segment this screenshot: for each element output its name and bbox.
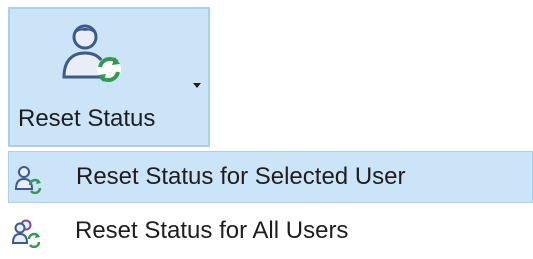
ribbon-dropdown-screenshot: Reset Status Reset Status for Selected U… <box>0 0 533 259</box>
menu-item-reset-all-users[interactable]: Reset Status for All Users <box>8 206 533 258</box>
user-refresh-icon <box>62 24 121 83</box>
reset-status-menu: Reset Status for Selected User Reset Sta… <box>8 150 533 259</box>
user-refresh-icon <box>14 166 42 194</box>
menu-item-reset-selected-user[interactable]: Reset Status for Selected User <box>8 151 533 203</box>
menu-item-label: Reset Status for All Users <box>75 217 349 244</box>
reset-status-label: Reset Status <box>18 105 156 132</box>
menu-item-label: Reset Status for Selected User <box>76 163 406 190</box>
reset-status-button[interactable]: Reset Status <box>8 7 210 147</box>
users-refresh-icon <box>12 219 41 248</box>
chevron-down-icon[interactable] <box>193 83 201 88</box>
